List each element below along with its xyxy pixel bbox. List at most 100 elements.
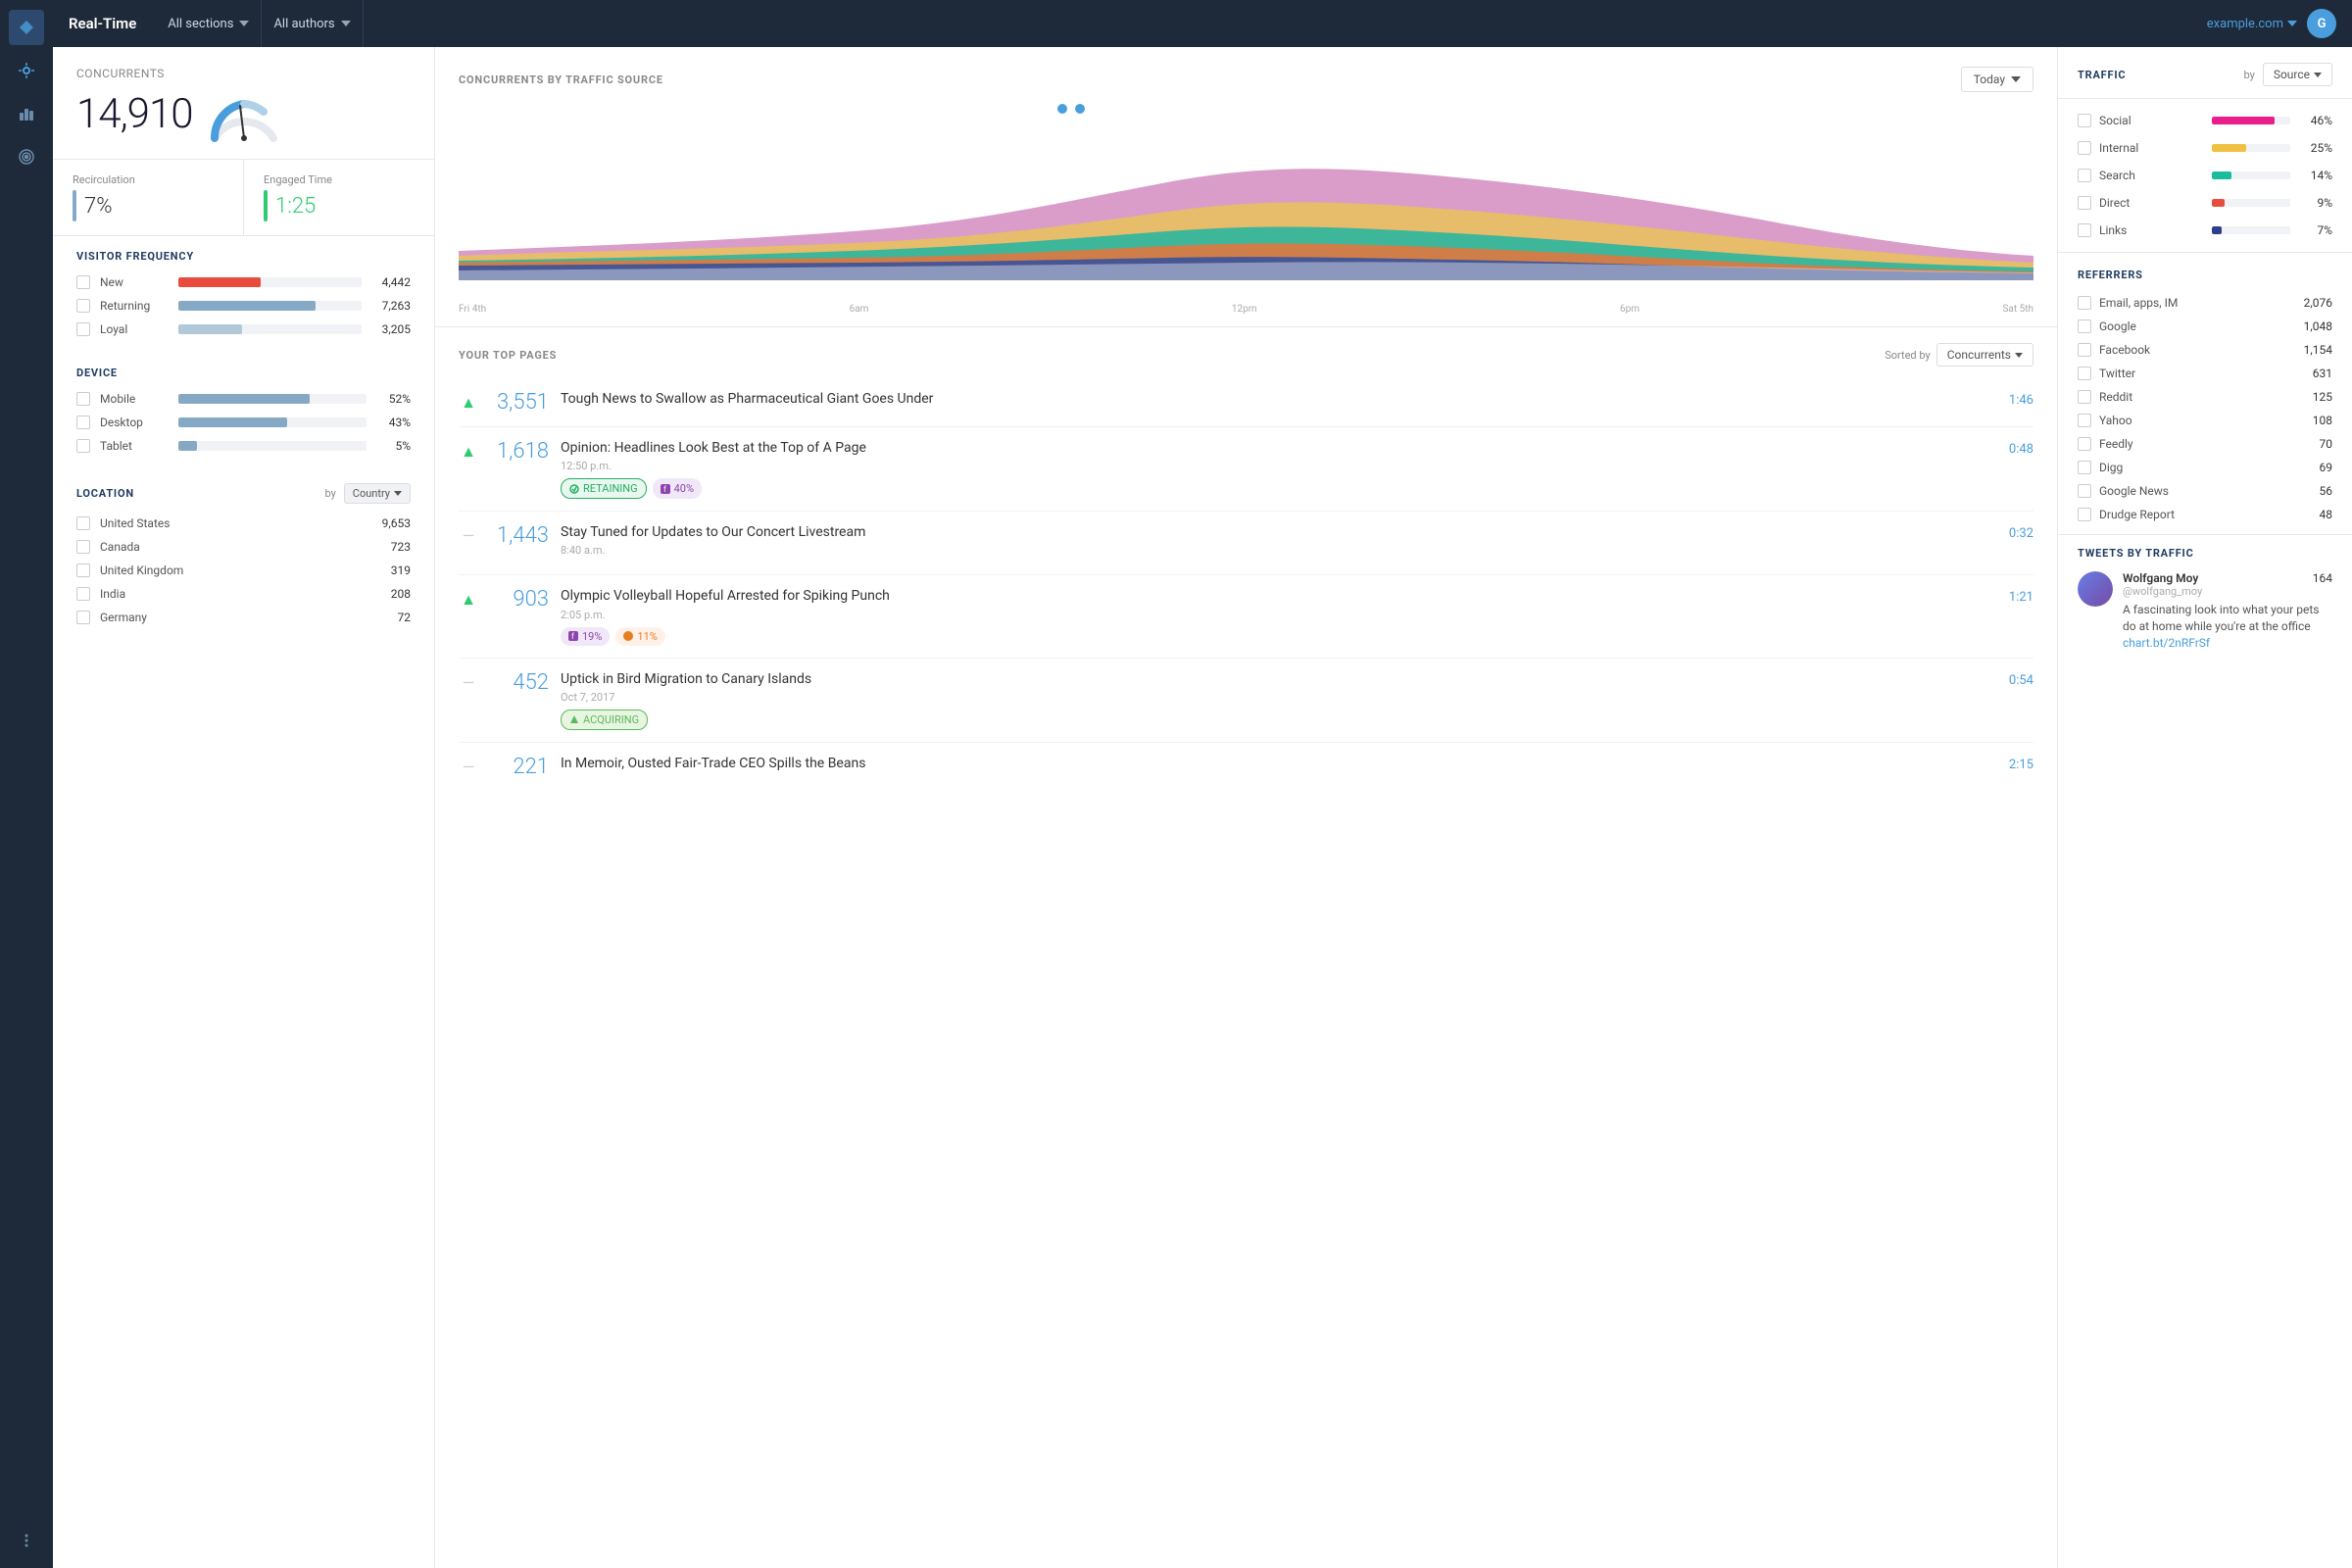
traffic-checkbox-links[interactable] (2078, 223, 2091, 237)
recirculation-value: 7% (84, 194, 112, 219)
page-trend-3: — (459, 523, 478, 545)
device-row-mobile: Mobile 52% (76, 387, 411, 411)
referrer-count-drudge: 48 (2320, 508, 2333, 521)
visitor-checkbox-loyal[interactable] (76, 322, 90, 336)
sidebar-icon-target[interactable] (9, 139, 44, 174)
referrer-checkbox-digg[interactable] (2078, 461, 2091, 474)
traffic-source-dropdown[interactable]: Source (2263, 63, 2332, 86)
traffic-header: TRAFFIC by Source (2058, 47, 2352, 99)
sections-dropdown[interactable]: All sections (156, 0, 262, 47)
page-title-2[interactable]: Opinion: Headlines Look Best at the Top … (561, 439, 1997, 457)
page-info-4: Olympic Volleyball Hopeful Arrested for … (561, 587, 1997, 645)
page-time-5: 0:54 (2009, 670, 2034, 688)
traffic-by: by (2243, 69, 2254, 81)
tweet-link-1[interactable]: chart.bt/2nRFrSf (2123, 636, 2210, 650)
page-title-3[interactable]: Stay Tuned for Updates to Our Concert Li… (561, 523, 1997, 541)
referrer-name-email: Email, apps, IM (2099, 296, 2304, 310)
chart-today-button[interactable]: Today (1961, 67, 2034, 92)
location-dropdown[interactable]: Country (344, 483, 411, 504)
traffic-checkbox-search[interactable] (2078, 169, 2091, 182)
page-title-5[interactable]: Uptick in Bird Migration to Canary Islan… (561, 670, 1997, 688)
location-checkbox-canada[interactable] (76, 540, 90, 554)
page-title-1[interactable]: Tough News to Swallow as Pharmaceutical … (561, 390, 1997, 408)
sidebar-icon-chart[interactable] (9, 96, 44, 131)
domain-selector[interactable]: example.com (2207, 17, 2297, 31)
referrer-checkbox-twitter[interactable] (2078, 367, 2091, 380)
page-trend-5: — (459, 670, 478, 692)
sidebar (0, 0, 53, 1568)
referrer-checkbox-yahoo[interactable] (2078, 414, 2091, 427)
device-checkbox-desktop[interactable] (76, 416, 90, 429)
referrers-title: Referrers (2078, 261, 2332, 291)
user-avatar[interactable]: G (2307, 9, 2336, 38)
trend-up-icon-4: ▲ (461, 590, 476, 610)
location-checkbox-uk[interactable] (76, 564, 90, 577)
traffic-pct-internal: 25% (2298, 141, 2332, 155)
referrer-checkbox-email[interactable] (2078, 296, 2091, 310)
chart-title: CONCURRENTS BY TRAFFIC SOURCE (459, 74, 1961, 86)
left-panel: Concurrents 14,910 (53, 47, 435, 1568)
chart-time-labels: Fri 4th 6am 12pm 6pm Sat 5th (459, 300, 2034, 326)
page-meta-4: 2:05 p.m. (561, 609, 1997, 621)
visitor-frequency-rows: New 4,442 Returning 7,263 Loyal (53, 270, 434, 353)
referrer-checkbox-googlenews[interactable] (2078, 484, 2091, 498)
tweet-text-1: A fascinating look into what your pets d… (2123, 602, 2332, 651)
referrer-count-yahoo: 108 (2313, 414, 2332, 427)
page-title-6[interactable]: In Memoir, Ousted Fair-Trade CEO Spills … (561, 755, 1997, 772)
traffic-checkbox-internal[interactable] (2078, 141, 2091, 155)
pages-sort-dropdown[interactable]: Concurrents (1936, 343, 2034, 367)
engaged-bar (264, 190, 268, 221)
location-checkbox-us[interactable] (76, 516, 90, 530)
traffic-label-search: Search (2099, 169, 2204, 182)
topnav: Real-Time All sections All authors examp… (53, 0, 2352, 47)
visitor-checkbox-new[interactable] (76, 275, 90, 289)
concurrents-card: Concurrents 14,910 (53, 47, 434, 160)
location-checkbox-india[interactable] (76, 587, 90, 601)
location-checkbox-germany[interactable] (76, 611, 90, 624)
device-checkbox-mobile[interactable] (76, 392, 90, 406)
referrer-checkbox-google[interactable] (2078, 319, 2091, 333)
visitor-checkbox-returning[interactable] (76, 299, 90, 313)
referrer-checkbox-feedly[interactable] (2078, 437, 2091, 451)
traffic-bar-links (2212, 226, 2222, 234)
referrer-count-email: 2,076 (2304, 296, 2332, 310)
referrer-name-googlenews: Google News (2099, 484, 2320, 498)
authors-dropdown[interactable]: All authors (262, 0, 363, 47)
sidebar-icon-more[interactable] (9, 1523, 44, 1558)
chart-dot-2 (1075, 104, 1085, 114)
device-bar-tablet (178, 441, 197, 451)
sidebar-icon-realtime[interactable] (9, 53, 44, 88)
visitor-bar-container-new (178, 277, 362, 287)
visitor-count-new: 4,442 (371, 275, 411, 289)
referrer-name-facebook: Facebook (2099, 343, 2304, 357)
traffic-checkbox-social[interactable] (2078, 114, 2091, 127)
page-info-1: Tough News to Swallow as Pharmaceutical … (561, 390, 1997, 411)
svg-text:f: f (571, 632, 574, 641)
chart-svg (459, 104, 2034, 280)
device-pct-tablet: 5% (376, 439, 411, 453)
page-tags-2: RETAINING f 40% (561, 478, 1997, 499)
traffic-checkbox-direct[interactable] (2078, 196, 2091, 210)
sidebar-logo[interactable] (9, 10, 44, 45)
location-count-germany: 72 (398, 611, 412, 624)
referrer-row-facebook: Facebook 1,154 (2078, 338, 2332, 362)
referrer-checkbox-drudge[interactable] (2078, 508, 2091, 521)
referrer-checkbox-reddit[interactable] (2078, 390, 2091, 404)
page-info-3: Stay Tuned for Updates to Our Concert Li… (561, 523, 1997, 563)
page-count-1: 3,551 (490, 390, 549, 415)
page-item-2: ▲ 1,618 Opinion: Headlines Look Best at … (459, 427, 2034, 512)
trend-neutral-icon-6: — (463, 758, 475, 776)
referrer-count-google: 1,048 (2304, 319, 2332, 333)
page-count-2: 1,618 (490, 439, 549, 464)
referrer-row-googlenews: Google News 56 (2078, 479, 2332, 503)
traffic-label-links: Links (2099, 223, 2204, 237)
traffic-pct-search: 14% (2298, 169, 2332, 182)
page-meta-5: Oct 7, 2017 (561, 691, 1997, 704)
referrer-checkbox-facebook[interactable] (2078, 343, 2091, 357)
referrer-row-reddit: Reddit 125 (2078, 385, 2332, 409)
page-item-4: ▲ 903 Olympic Volleyball Hopeful Arreste… (459, 575, 2034, 658)
concurrents-value: 14,910 (76, 90, 193, 138)
page-title-4[interactable]: Olympic Volleyball Hopeful Arrested for … (561, 587, 1997, 605)
visitor-label-loyal: Loyal (100, 322, 169, 336)
device-checkbox-tablet[interactable] (76, 439, 90, 453)
